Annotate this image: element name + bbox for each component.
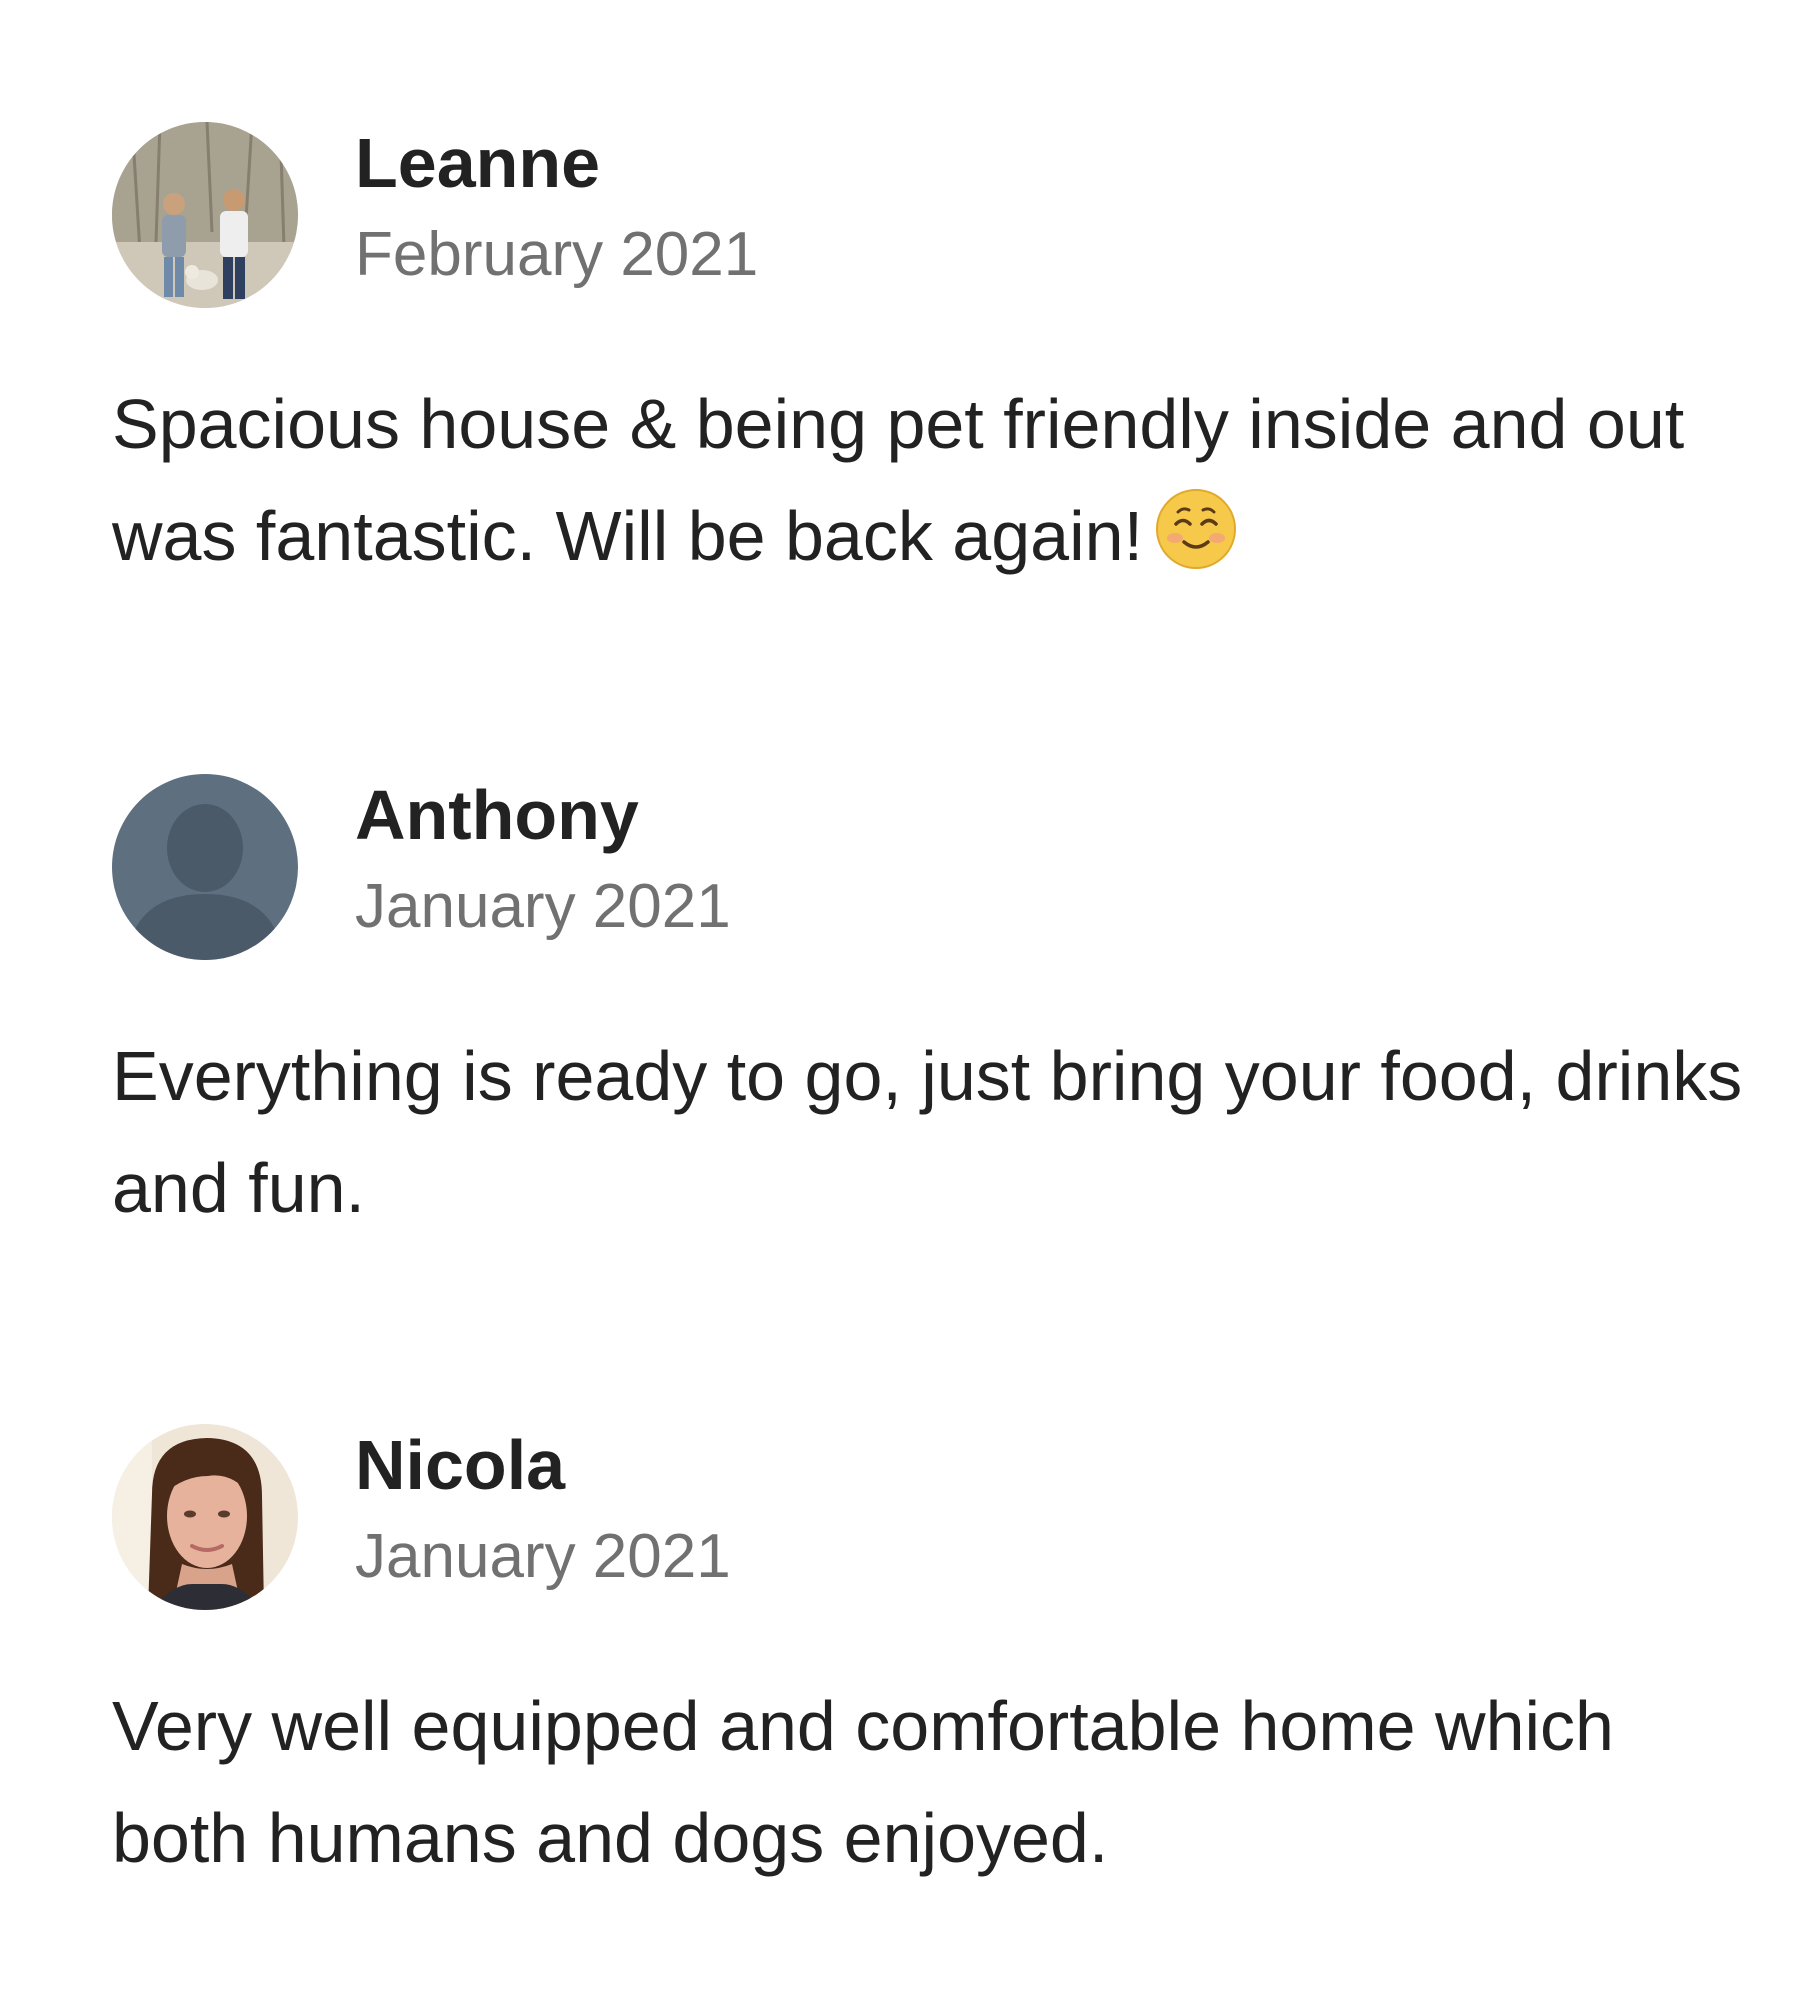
review-header: Nicola January 2021 — [112, 1424, 1752, 1614]
review-text: Everything is ready to go, just bring yo… — [112, 1037, 1743, 1227]
review-item: Leanne February 2021 Spacious house & be… — [112, 122, 1752, 575]
review-header: Anthony January 2021 — [112, 774, 1752, 964]
reviewer-name: Leanne — [355, 124, 601, 202]
reviewer-name: Anthony — [355, 776, 639, 854]
review-header: Leanne February 2021 — [112, 122, 1752, 312]
reviews-list: Leanne February 2021 Spacious house & be… — [0, 0, 1815, 2000]
review-item: Anthony January 2021 Everything is ready… — [112, 774, 1752, 1227]
avatar-photo-icon — [112, 122, 298, 308]
default-user-icon — [112, 774, 298, 960]
avatar[interactable] — [112, 774, 298, 960]
avatar[interactable] — [112, 1424, 298, 1610]
avatar[interactable] — [112, 122, 298, 308]
smiling-face-icon — [1155, 488, 1237, 570]
review-text: Spacious house & being pet friendly insi… — [112, 368, 1752, 592]
reviewer-name: Nicola — [355, 1426, 566, 1504]
review-date: January 2021 — [355, 1522, 731, 1591]
review-item: Nicola January 2021 Very well equipped a… — [112, 1424, 1752, 1877]
review-text-content: Spacious house & being pet friendly insi… — [112, 385, 1685, 575]
review-text: Very well equipped and comfortable home … — [112, 1687, 1614, 1877]
review-date: January 2021 — [355, 872, 731, 941]
review-date: February 2021 — [355, 220, 759, 289]
avatar-photo-icon — [112, 1424, 298, 1610]
